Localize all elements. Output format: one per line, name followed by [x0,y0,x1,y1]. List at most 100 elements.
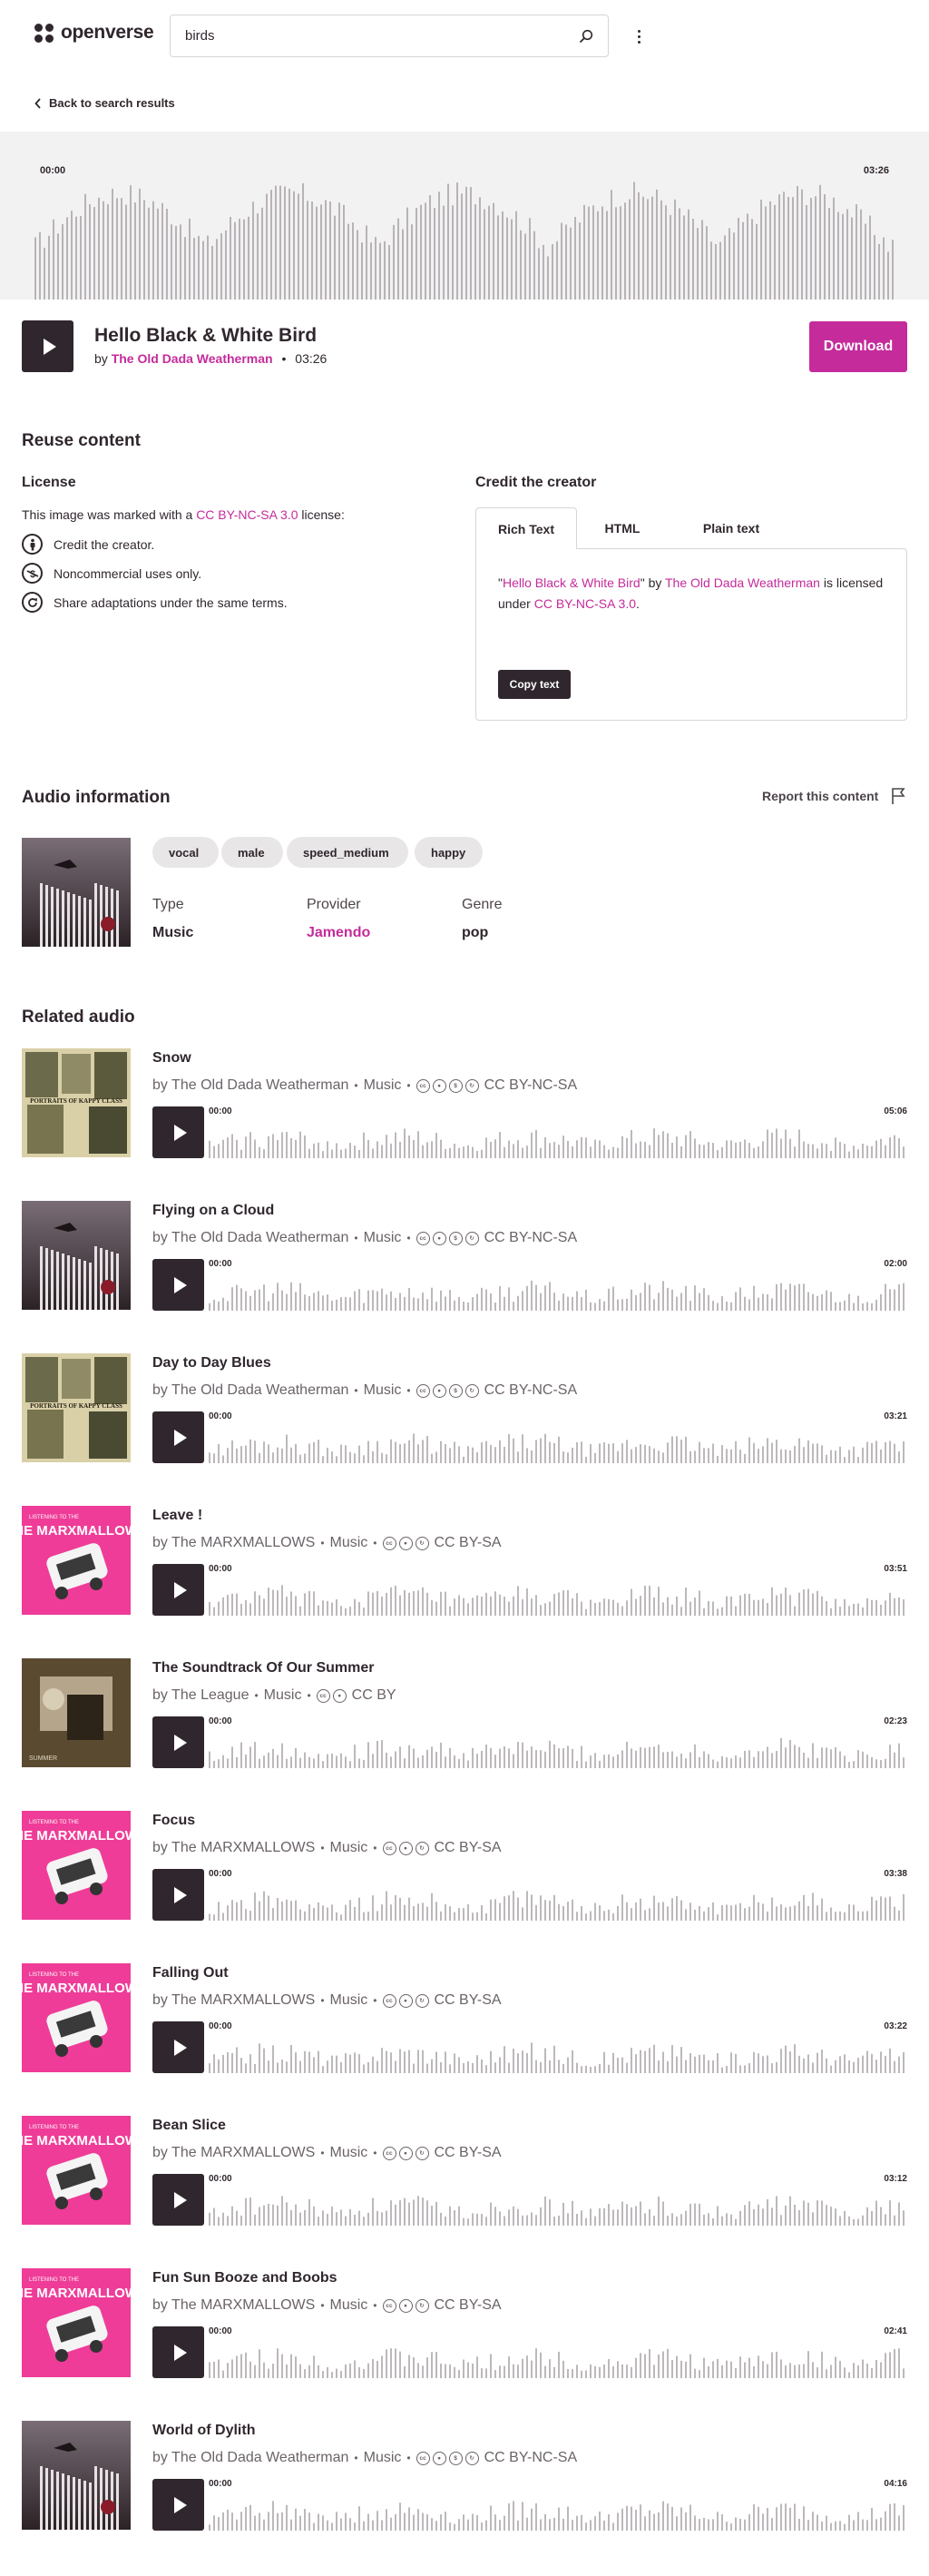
related-title[interactable]: Leave ! [152,1508,202,1524]
waveform-bar [735,2218,737,2226]
related-audio-item[interactable]: LISTENING TO THETHE MARXMALLOWS Fun Sun … [22,2268,907,2382]
search-bar[interactable]: birds [170,15,609,57]
related-cover[interactable]: PORTRAITS OF KAPPY CLASS [22,1048,131,1157]
artist-link[interactable]: The Old Dada Weatherman [112,351,273,366]
waveform-bar [798,2519,800,2531]
waveform-bar [667,2060,669,2073]
waveform-bar [885,1283,886,1311]
license-link[interactable]: CC BY-NC-SA 3.0 [196,507,298,522]
search-input[interactable]: birds [185,28,579,44]
waveform-bars[interactable] [209,1879,907,1921]
waveform-bar [649,1446,650,1463]
related-audio-item[interactable]: World of Dylith by The Old Dada Weatherm… [22,2421,907,2534]
waveform-bar [857,1750,859,1768]
waveform-bar [621,1299,623,1311]
waveform-bars[interactable] [209,1116,907,1158]
waveform-bars[interactable] [209,1574,907,1616]
waveform-bar [608,1598,610,1616]
waveform-bars[interactable] [209,1421,907,1463]
waveform-bar [372,2056,374,2073]
search-icon[interactable] [579,29,593,44]
tab-plain-text[interactable]: Plain text [668,507,795,549]
related-title[interactable]: Focus [152,1813,195,1829]
waveform-bars[interactable] [209,2489,907,2531]
related-cover[interactable]: LISTENING TO THETHE MARXMALLOWS [22,1506,131,1615]
play-button[interactable] [152,1106,204,1158]
related-title[interactable]: World of Dylith [152,2423,255,2439]
related-audio-item[interactable]: LISTENING TO THETHE MARXMALLOWS Focus by… [22,1811,907,1924]
waveform-bar [857,1911,859,1921]
related-audio-item[interactable]: PORTRAITS OF KAPPY CLASS Day to Day Blue… [22,1353,907,1467]
play-button[interactable] [152,2479,204,2531]
menu-kebab-icon[interactable] [631,24,647,49]
waveform-bars[interactable] [209,1726,907,1768]
related-title[interactable]: Snow [152,1050,191,1067]
play-button[interactable] [152,1869,204,1921]
related-audio-item[interactable]: LISTENING TO THETHE MARXMALLOWS Bean Sli… [22,2116,907,2229]
waveform-bar [694,1598,696,1616]
waveform-bars[interactable] [209,2336,907,2378]
related-cover[interactable] [22,2421,131,2530]
waveform-bar [739,2210,741,2226]
download-button[interactable]: Download [809,321,907,372]
play-button[interactable] [152,2174,204,2226]
waveform-bar [869,215,871,300]
related-audio-item[interactable]: Flying on a Cloud by The Old Dada Weathe… [22,1201,907,1314]
waveform-bars[interactable] [209,2184,907,2226]
credit-title-link[interactable]: Hello Black & White Bird [503,575,641,590]
play-button[interactable] [152,2326,204,2378]
play-button[interactable] [152,1259,204,1311]
credit-artist-link[interactable]: The Old Dada Weatherman [665,575,820,590]
related-cover[interactable]: LISTENING TO THETHE MARXMALLOWS [22,1811,131,1920]
tag-happy[interactable]: happy [415,837,483,868]
related-cover[interactable] [22,1201,131,1310]
term-text: Credit the creator. [54,536,155,552]
play-button[interactable] [152,1411,204,1463]
related-title[interactable]: Bean Slice [152,2118,226,2134]
related-audio-item[interactable]: LISTENING TO THETHE MARXMALLOWS Leave ! … [22,1506,907,1619]
report-content-link[interactable]: Report this content [762,787,907,805]
related-title[interactable]: Falling Out [152,1965,229,1981]
waveform-bar [445,2364,446,2378]
related-title[interactable]: Fun Sun Booze and Boobs [152,2270,337,2286]
waveform-bar [290,2519,292,2531]
related-audio-item[interactable]: PORTRAITS OF KAPPY CLASS Snow by The Old… [22,1048,907,1162]
related-cover[interactable]: PORTRAITS OF KAPPY CLASS [22,1353,131,1462]
waveform-bar [826,1144,827,1158]
waveform-bar [748,2063,750,2073]
back-to-results-link[interactable]: Back to search results [34,96,175,110]
waveform-bar [603,2051,605,2073]
tag-speed-medium[interactable]: speed_medium [287,837,408,868]
related-cover[interactable]: LISTENING TO THETHE MARXMALLOWS [22,2116,131,2225]
credit-license-link[interactable]: CC BY-NC-SA 3.0 [534,596,636,611]
waveform-bars[interactable] [209,2031,907,2073]
related-artist: by The MARXMALLOWS [152,1992,316,2008]
related-title[interactable]: The Soundtrack Of Our Summer [152,1660,374,1676]
waveform-bar [848,2216,850,2226]
openverse-logo[interactable]: openverse [34,22,154,44]
play-button[interactable] [152,2021,204,2073]
play-button[interactable] [152,1716,204,1768]
related-audio-item[interactable]: SUMMER The Soundtrack Of Our Summer by T… [22,1658,907,1772]
waveform-bar [517,2365,519,2378]
related-audio-item[interactable]: LISTENING TO THETHE MARXMALLOWS Falling … [22,1963,907,2077]
play-button[interactable] [22,320,73,372]
tab-html[interactable]: HTML [577,507,668,549]
waveform-bar [830,1292,832,1311]
tag-vocal[interactable]: vocal [152,837,219,868]
related-cover[interactable]: SUMMER [22,1658,131,1767]
related-cover[interactable]: LISTENING TO THETHE MARXMALLOWS [22,1963,131,2072]
copy-text-button[interactable]: Copy text [498,670,571,699]
play-button[interactable] [152,1564,204,1616]
waveform-bar [880,1896,882,1921]
waveform-bar [735,1606,737,1616]
waveform-bar [679,208,680,300]
tag-male[interactable]: male [221,837,283,868]
provider-link[interactable]: Jamendo [307,925,370,941]
related-title[interactable]: Flying on a Cloud [152,1203,274,1219]
waveform-bars[interactable] [209,1269,907,1311]
related-title[interactable]: Day to Day Blues [152,1355,271,1372]
related-cover[interactable]: LISTENING TO THETHE MARXMALLOWS [22,2268,131,2377]
tab-rich-text[interactable]: Rich Text [475,507,577,549]
audio-waveform-player[interactable]: 00:00 03:26 [0,132,929,300]
